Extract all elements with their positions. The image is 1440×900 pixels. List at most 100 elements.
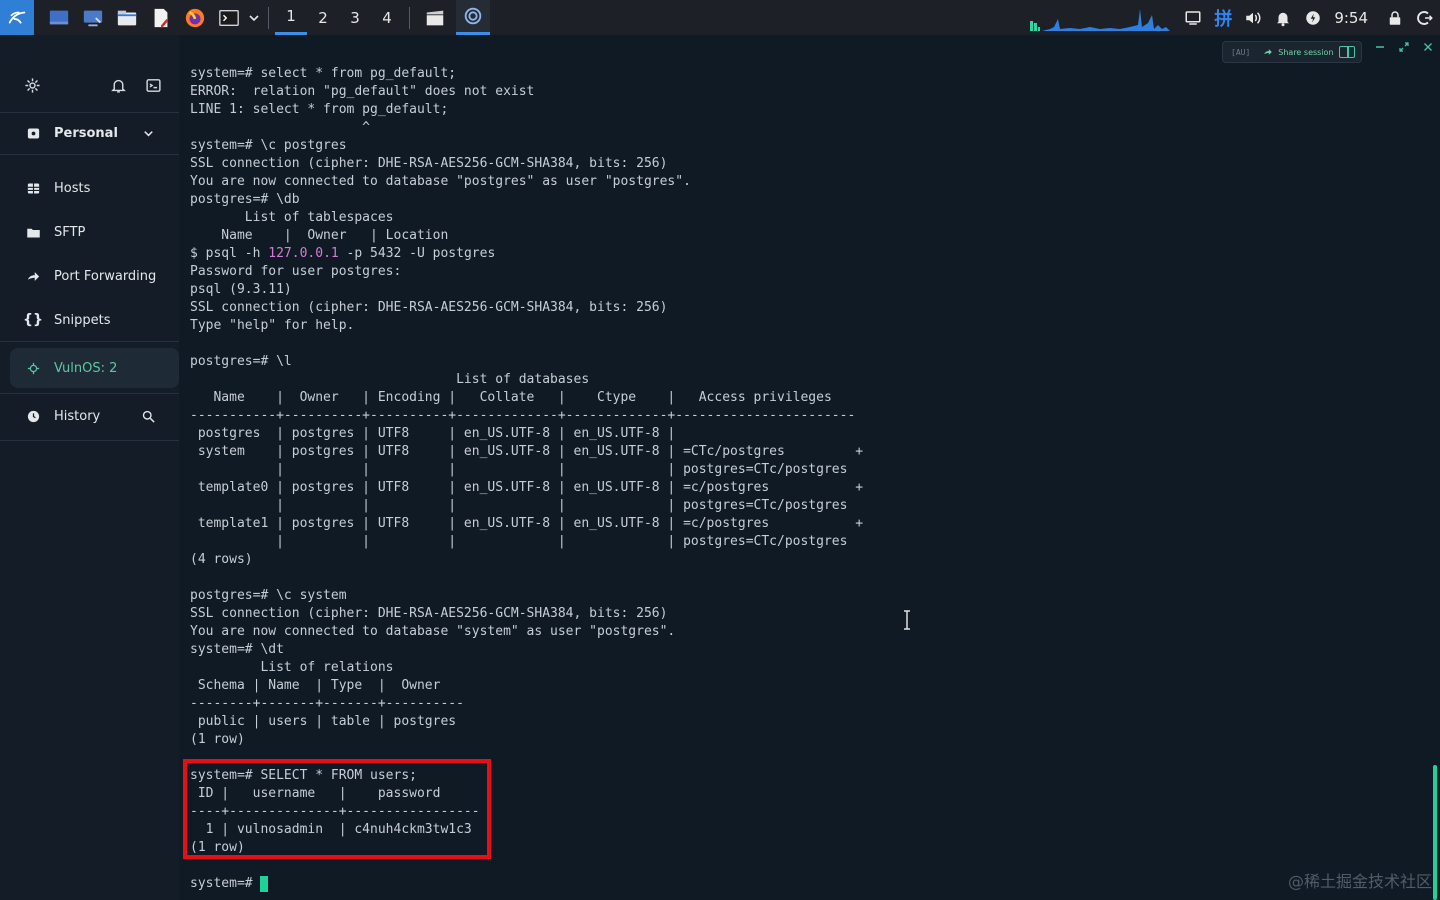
terminal-line: ERROR: relation "pg_default" does not ex…	[190, 84, 535, 99]
share-session-button[interactable]: Share session	[1278, 48, 1333, 57]
bell-icon[interactable]	[108, 73, 128, 97]
search-icon[interactable]	[139, 407, 157, 425]
session-icon	[24, 359, 42, 377]
ip-address: 127.0.0.1	[268, 246, 339, 261]
vault-icon	[24, 124, 42, 142]
display-icon[interactable]	[1178, 3, 1208, 33]
workspace-1[interactable]: 1	[275, 0, 307, 35]
chevron-down-icon[interactable]	[139, 124, 157, 142]
terminal-line: SSL connection (cipher: DHE-RSA-AES256-G…	[190, 606, 668, 621]
logout-icon[interactable]	[1410, 3, 1440, 33]
terminal-line: $ psql -h 127.0.0.1 -p 5432 -U postgres	[190, 246, 496, 261]
terminal-line: postgres | postgres | UTF8 | en_US.UTF-8…	[190, 426, 676, 441]
sidebar: Personal Hosts SFTP Port Forwarding {} S…	[0, 35, 179, 900]
chevron-down-icon[interactable]	[246, 3, 262, 33]
sidebar-item-label: History	[54, 408, 101, 424]
sidebar-divider	[0, 154, 179, 155]
terminal-line: Schema | Name | Type | Owner	[190, 678, 441, 693]
sidebar-item-label: Hosts	[54, 180, 91, 196]
share-arrow-icon	[1262, 47, 1274, 57]
terminal-line: (4 rows)	[190, 552, 253, 567]
forward-arrow-icon	[24, 267, 42, 285]
terminal-line: | | | | | postgres=CTc/postgres	[190, 462, 848, 477]
terminal-line: system=#	[190, 875, 863, 893]
terminal-line: SSL connection (cipher: DHE-RSA-AES256-G…	[190, 300, 668, 315]
kali-menu-icon[interactable]	[0, 0, 34, 35]
sidebar-divider	[0, 341, 179, 342]
termius-window-icon[interactable]	[456, 0, 490, 35]
terminal-line: SSL connection (cipher: DHE-RSA-AES256-G…	[190, 156, 668, 171]
terminal-line: | | | | | postgres=CTc/postgres	[190, 534, 848, 549]
sidebar-item-hosts[interactable]: Hosts	[0, 168, 179, 208]
gear-icon[interactable]	[22, 73, 42, 97]
text-editor-icon[interactable]	[146, 3, 176, 33]
terminal-line: postgres=# \db	[190, 192, 300, 207]
session-tag: [AU]	[1231, 47, 1251, 57]
terminal-line: Type "help" for help.	[190, 318, 355, 333]
sidebar-item-snippets[interactable]: {} Snippets	[0, 300, 179, 340]
taskbar: 1 2 3 4 拼 9:54	[0, 0, 1440, 35]
terminal-line: Password for user postgres:	[190, 264, 402, 279]
close-icon[interactable]	[1420, 39, 1436, 55]
text-cursor-icon	[904, 610, 910, 630]
sidebar-item-port-forwarding[interactable]: Port Forwarding	[0, 256, 179, 296]
terminal-line: List of tablespaces	[190, 210, 394, 225]
desktop-icon[interactable]	[44, 3, 74, 33]
session-label: VulnOS: 2	[54, 360, 118, 376]
workspace-4[interactable]: 4	[371, 0, 403, 35]
terminal-line: --------+-------+-------+----------	[190, 696, 464, 711]
terminal-line: You are now connected to database "postg…	[190, 174, 691, 189]
volume-icon[interactable]	[1238, 3, 1268, 33]
terminal-line: public | users | table | postgres	[190, 714, 457, 729]
taskbar-divider	[268, 6, 269, 29]
folder-icon	[24, 223, 42, 241]
vault-selector[interactable]: Personal	[0, 113, 179, 153]
taskbar-divider	[409, 6, 410, 29]
terminal-line: | | | | | postgres=CTc/postgres	[190, 498, 848, 513]
terminal-line: List of relations	[190, 660, 394, 675]
split-pane-icon[interactable]	[1339, 46, 1355, 58]
firefox-icon[interactable]	[180, 3, 210, 33]
scrollbar[interactable]	[1433, 765, 1437, 900]
minimize-icon[interactable]	[1372, 39, 1388, 55]
sidebar-item-session-vulnos[interactable]: VulnOS: 2	[10, 348, 179, 388]
braces-icon: {}	[23, 312, 43, 328]
terminal-window-icon[interactable]	[143, 73, 163, 97]
terminal-icon[interactable]	[214, 3, 244, 33]
terminal-line: List of databases	[190, 372, 590, 387]
screen-icon[interactable]	[78, 3, 108, 33]
hosts-grid-icon	[24, 179, 42, 197]
network-graph	[1030, 8, 1171, 31]
terminal-line: -----------+----------+----------+------…	[190, 408, 856, 423]
terminal-line: template0 | postgres | UTF8 | en_US.UTF-…	[190, 480, 864, 495]
workspace-2[interactable]: 2	[307, 0, 339, 35]
input-method-icon[interactable]: 拼	[1208, 3, 1238, 33]
workspace-3[interactable]: 3	[339, 0, 371, 35]
clock-icon	[24, 407, 42, 425]
terminal-line: system=# select * from pg_default;	[190, 66, 457, 81]
terminal-cursor	[260, 875, 269, 892]
sidebar-item-label: Snippets	[54, 312, 111, 328]
maximize-icon[interactable]	[1396, 39, 1412, 55]
sidebar-item-sftp[interactable]: SFTP	[0, 212, 179, 252]
terminal-line: postgres=# \c system	[190, 588, 347, 603]
sidebar-toolbar	[0, 73, 179, 97]
terminal-line: template1 | postgres | UTF8 | en_US.UTF-…	[190, 516, 864, 531]
terminal-line: You are now connected to database "syste…	[190, 624, 676, 639]
watermark: @稀土掘金技术社区	[1287, 872, 1432, 891]
clock[interactable]: 9:54	[1334, 9, 1368, 27]
notification-bell-icon[interactable]	[1268, 3, 1298, 33]
share-session-bar[interactable]: [AU] Share session	[1222, 41, 1362, 63]
lock-icon[interactable]	[1380, 3, 1410, 33]
sidebar-divider	[0, 440, 179, 441]
terminal-pane[interactable]: [AU] Share session system=# select * fro…	[179, 35, 1440, 900]
window-clapper-icon[interactable]	[418, 3, 452, 33]
file-manager-icon[interactable]	[112, 3, 142, 33]
terminal-line: (1 row)	[190, 732, 245, 747]
sidebar-item-history[interactable]: History	[0, 396, 179, 436]
power-manager-icon[interactable]	[1298, 3, 1328, 33]
terminal-line: psql (9.3.11)	[190, 282, 292, 297]
